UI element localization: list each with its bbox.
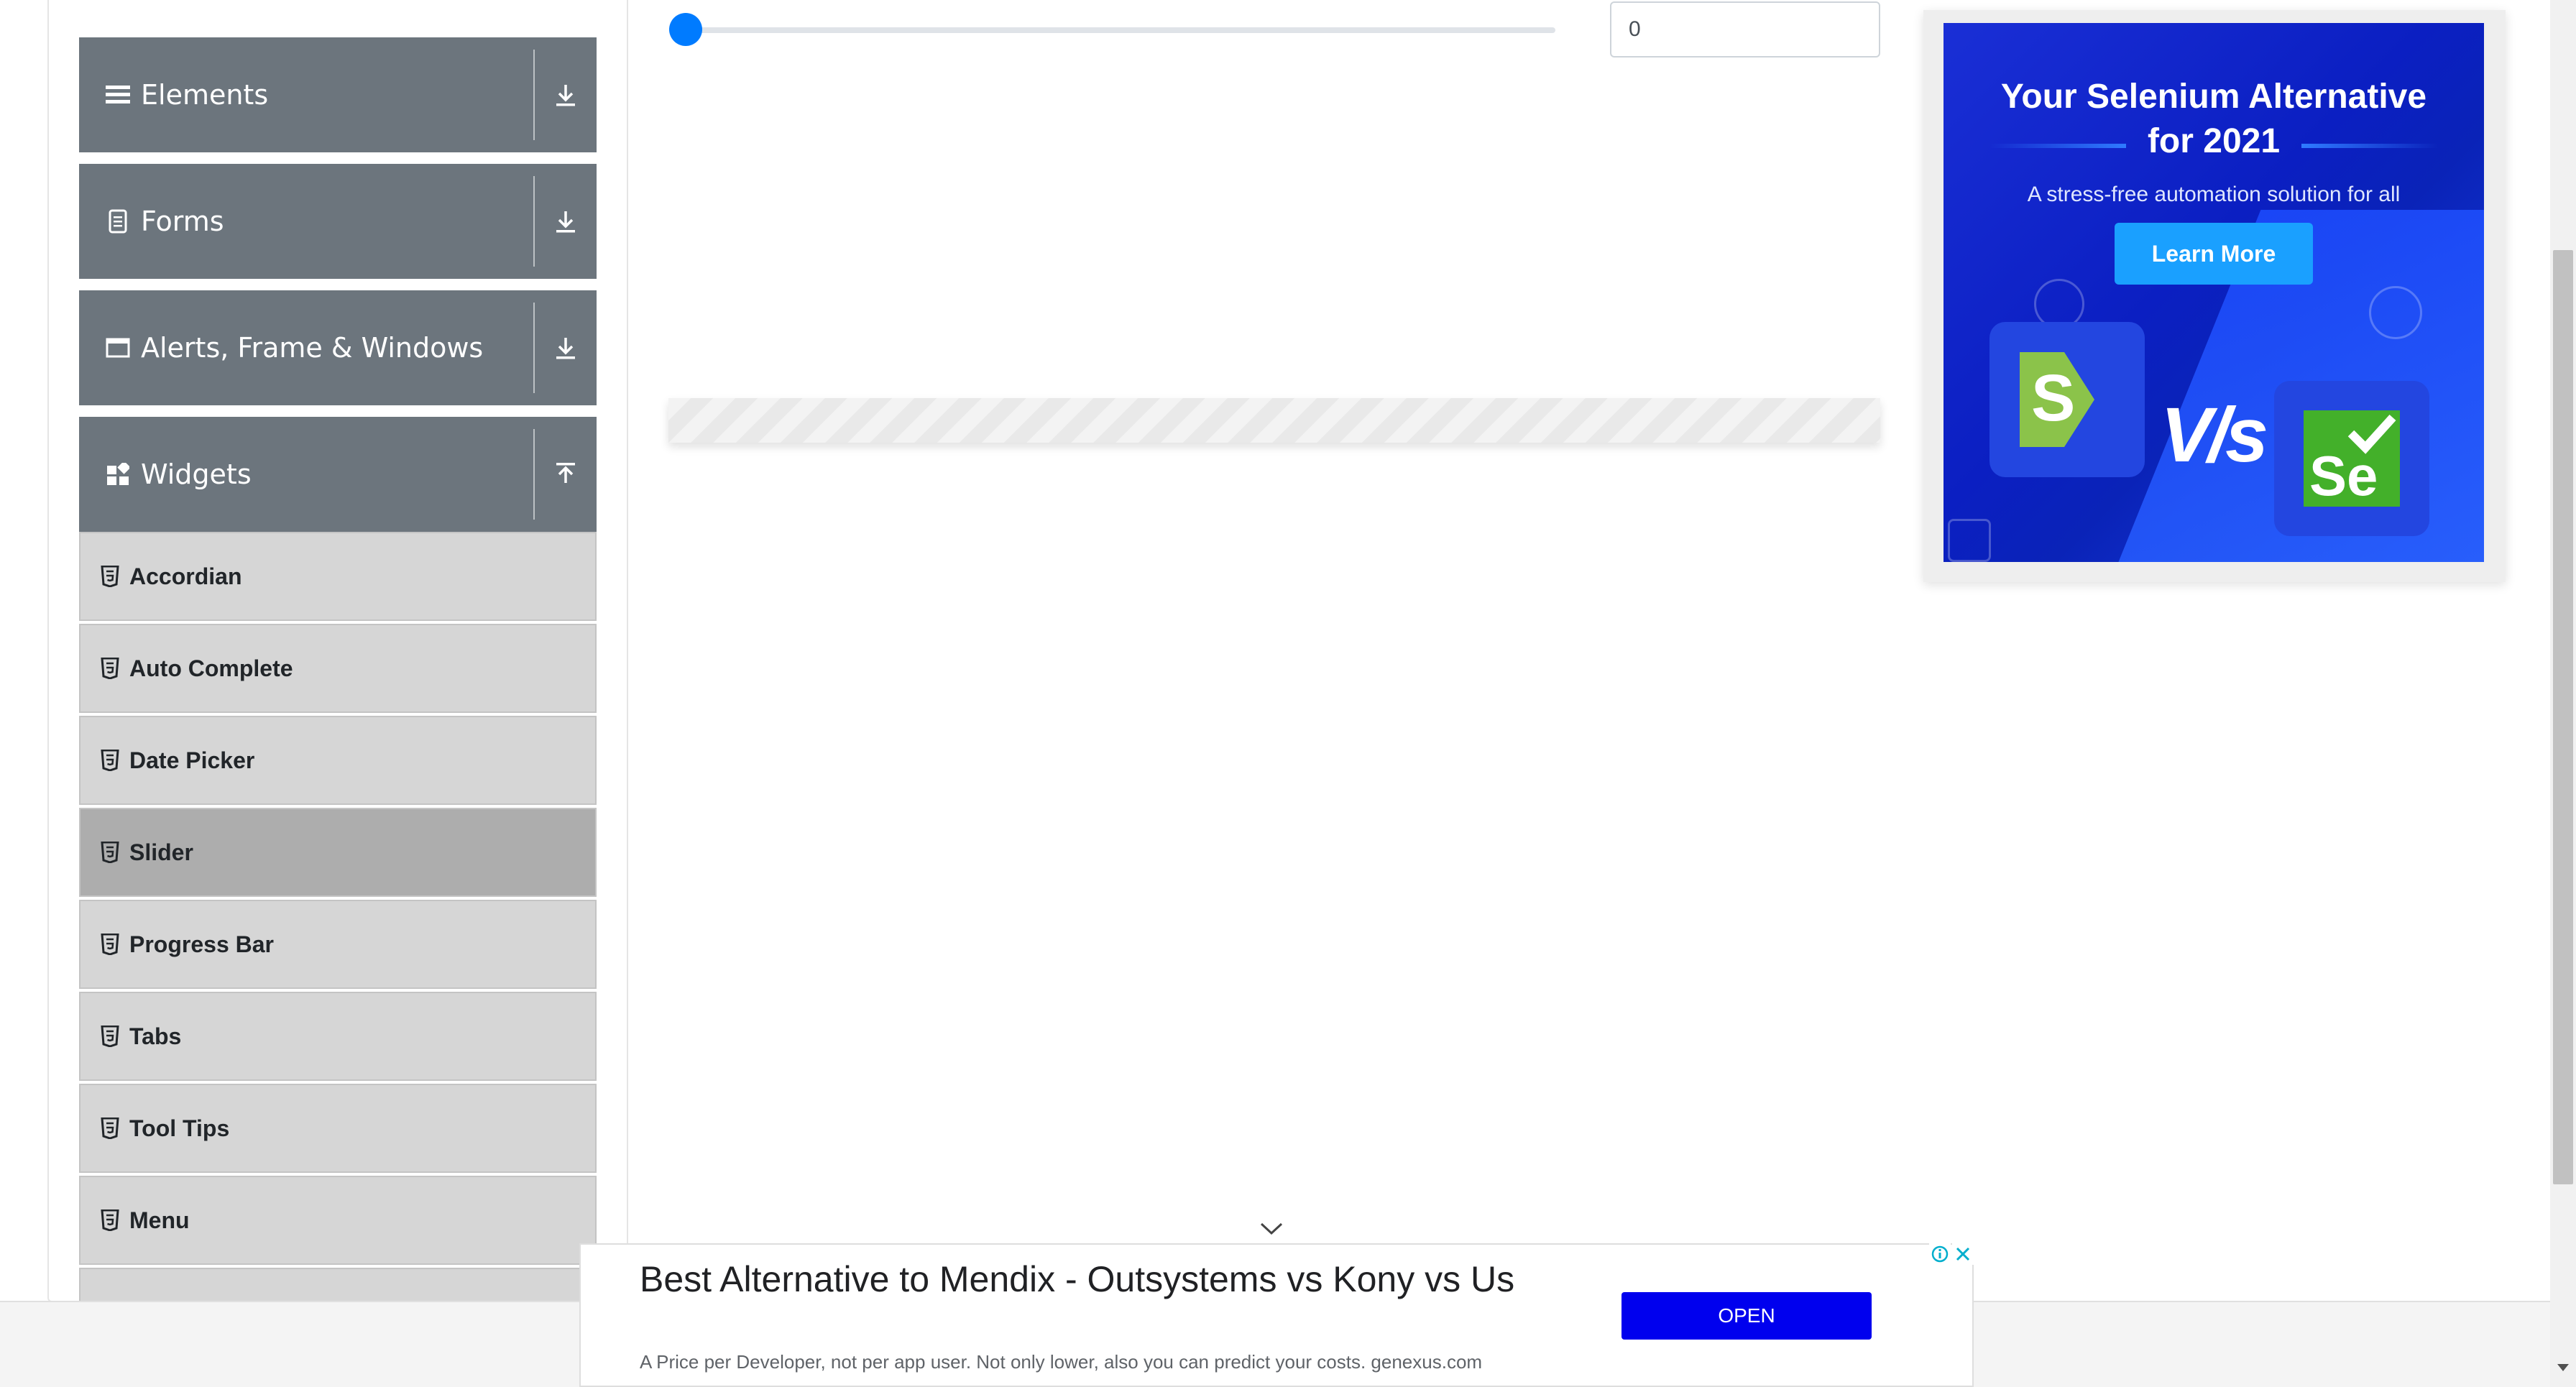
menu-item-label: Tool Tips bbox=[129, 1115, 230, 1141]
group-header-widgets[interactable]: Widgets bbox=[79, 417, 597, 532]
logo-tile-left: S bbox=[1990, 322, 2145, 477]
ad-accent-line bbox=[1990, 144, 2126, 148]
menu-item-menu[interactable]: Menu bbox=[79, 1176, 597, 1265]
document-icon bbox=[104, 207, 132, 236]
menu-item-slider[interactable]: Slider bbox=[79, 808, 597, 897]
html5-icon bbox=[101, 1118, 119, 1139]
menu-item-accordian[interactable]: Accordian bbox=[79, 532, 597, 621]
close-icon[interactable] bbox=[1952, 1243, 1974, 1265]
html5-icon bbox=[101, 1026, 119, 1047]
slider-value-field[interactable]: 0 bbox=[1610, 1, 1880, 57]
window-icon bbox=[104, 333, 132, 362]
open-button[interactable]: OPEN bbox=[1622, 1292, 1872, 1340]
menu-item-date-picker[interactable]: Date Picker bbox=[79, 716, 597, 805]
download-icon[interactable] bbox=[535, 37, 597, 152]
menu-item-label: Tabs bbox=[129, 1023, 182, 1049]
info-icon[interactable] bbox=[1929, 1243, 1951, 1265]
hamburger-icon bbox=[104, 80, 132, 109]
menu-item-label: Auto Complete bbox=[129, 655, 293, 681]
ad-title-line1: Your Selenium Alternative bbox=[2000, 78, 2427, 116]
download-icon[interactable] bbox=[535, 290, 597, 405]
range-slider[interactable] bbox=[668, 10, 1573, 50]
code-icon bbox=[2369, 286, 2422, 339]
scroll-down-arrow-icon[interactable] bbox=[2557, 1364, 2569, 1371]
html5-icon bbox=[101, 566, 119, 587]
menu-item-partial[interactable] bbox=[79, 1268, 597, 1301]
menu-item-label: Progress Bar bbox=[129, 931, 274, 957]
upload-icon[interactable] bbox=[535, 417, 597, 532]
right-ad[interactable]: Your Selenium Alternative for 2021 A str… bbox=[1923, 10, 2506, 582]
html5-icon bbox=[101, 934, 119, 955]
menu-item-auto-complete[interactable]: Auto Complete bbox=[79, 624, 597, 713]
html5-icon bbox=[101, 842, 119, 863]
page-root: Elements Forms Alerts, Frame & Windows W… bbox=[0, 0, 2576, 1387]
html5-icon bbox=[101, 658, 119, 679]
ad-subtitle: A stress-free automation solution for al… bbox=[2027, 183, 2401, 206]
group-header-forms[interactable]: Forms bbox=[79, 164, 597, 279]
group-label: Forms bbox=[141, 206, 224, 237]
menu-item-label: Accordian bbox=[129, 563, 242, 589]
ad-title-line2: for 2021 bbox=[2147, 122, 2281, 160]
widgets-icon bbox=[104, 460, 132, 489]
menu-item-label: Slider bbox=[129, 839, 193, 865]
slider-track[interactable] bbox=[686, 27, 1555, 33]
bottom-ad-description: A Price per Developer, not per app user.… bbox=[640, 1351, 1483, 1373]
slider-thumb[interactable] bbox=[669, 13, 702, 46]
group-header-alerts[interactable]: Alerts, Frame & Windows bbox=[79, 290, 597, 405]
group-label: Elements bbox=[141, 79, 269, 111]
selenium-logo-icon: Se bbox=[2304, 410, 2400, 507]
html5-icon bbox=[101, 750, 119, 771]
menu-item-tabs[interactable]: Tabs bbox=[79, 992, 597, 1081]
decorative-banner bbox=[668, 398, 1880, 443]
download-icon[interactable] bbox=[535, 164, 597, 279]
vs-text: V/s bbox=[2161, 391, 2268, 478]
chevron-down-icon[interactable] bbox=[1259, 1222, 1284, 1236]
logo-left-letter: S bbox=[2031, 361, 2076, 435]
ad-title: Your Selenium Alternative for 2021 bbox=[1944, 75, 2484, 164]
widgets-menu-list: Accordian Auto Complete Date Picker Slid… bbox=[79, 532, 597, 1301]
group-header-elements[interactable]: Elements bbox=[79, 37, 597, 152]
ad-creative[interactable]: Your Selenium Alternative for 2021 A str… bbox=[1944, 23, 2484, 562]
menu-item-progress-bar[interactable]: Progress Bar bbox=[79, 900, 597, 989]
bottom-ad[interactable]: Best Alternative to Mendix - Outsystems … bbox=[579, 1243, 1974, 1387]
page-scrollbar[interactable] bbox=[2550, 0, 2576, 1387]
menu-item-tool-tips[interactable]: Tool Tips bbox=[79, 1084, 597, 1173]
scrollbar-thumb[interactable] bbox=[2553, 250, 2573, 1184]
logo-tile-right: Se bbox=[2274, 381, 2429, 536]
html5-icon bbox=[101, 1209, 119, 1231]
menu-item-label: Menu bbox=[129, 1207, 190, 1233]
menu-item-label: Date Picker bbox=[129, 747, 255, 773]
logo-left-icon: S bbox=[2020, 352, 2115, 447]
group-label: Widgets bbox=[141, 459, 252, 490]
group-label: Alerts, Frame & Windows bbox=[141, 332, 484, 364]
ad-accent-line bbox=[2301, 144, 2438, 148]
sidebar: Elements Forms Alerts, Frame & Windows W… bbox=[47, 0, 628, 1302]
image-icon bbox=[1948, 519, 1991, 562]
ad-choices[interactable] bbox=[1929, 1243, 1974, 1266]
learn-more-button[interactable]: Learn More bbox=[2115, 223, 2313, 285]
bottom-ad-title[interactable]: Best Alternative to Mendix - Outsystems … bbox=[640, 1256, 1538, 1302]
check-icon bbox=[2347, 414, 2396, 454]
